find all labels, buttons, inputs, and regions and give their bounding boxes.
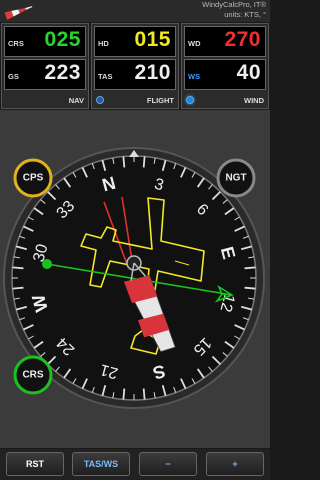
ngt-label: NGT (225, 173, 246, 184)
cps-label: CPS (23, 173, 44, 184)
compass-svg: N E S W 3 6 12 15 21 24 30 33 CPS NGT CR… (3, 147, 265, 409)
compass-tick (142, 156, 146, 168)
gs-label: GS (8, 72, 19, 81)
crs-button-label: CRS (22, 370, 43, 381)
bottom-toolbar: RST TAS/WS − + (0, 449, 270, 480)
crs-row[interactable]: CRS 025 (4, 26, 86, 57)
crs-button[interactable]: CRS (13, 355, 53, 395)
tas-row[interactable]: TAS 210 (94, 59, 176, 90)
ws-value: 40 (236, 61, 261, 84)
nav-title: NAV (68, 96, 84, 105)
compass-tick (244, 266, 256, 270)
tas-value: 210 (134, 61, 171, 84)
ngt-button[interactable]: NGT (216, 158, 256, 198)
wind-title: WIND (244, 96, 264, 105)
hd-value: 015 (134, 28, 171, 51)
gs-value: 223 (44, 61, 81, 84)
wind-indicator-dot[interactable] (186, 96, 194, 104)
compass-tick (244, 286, 256, 290)
crs-value: 025 (44, 28, 81, 51)
increment-button[interactable]: + (206, 452, 264, 476)
title-bar: WindyCalcPro, IT® units: KTS, ° (0, 0, 270, 22)
compass-tick (122, 156, 126, 168)
units-label: units: KTS, ° (224, 10, 266, 19)
hd-row[interactable]: HD 015 (94, 26, 176, 57)
wd-label: WD (188, 39, 201, 48)
tas-label: TAS (98, 72, 113, 81)
decrement-button[interactable]: − (139, 452, 197, 476)
flight-title: FLIGHT (146, 96, 174, 105)
ws-row[interactable]: WS 40 (184, 59, 266, 90)
flight-indicator-dot[interactable] (96, 96, 104, 104)
tas-ws-button[interactable]: TAS/WS (72, 452, 130, 476)
app-title: WindyCalcPro, IT® (202, 0, 266, 9)
windsock-icon (4, 6, 33, 20)
compass-tick (142, 388, 146, 400)
rst-button[interactable]: RST (6, 452, 64, 476)
hd-label: HD (98, 39, 109, 48)
ws-label: WS (188, 72, 201, 81)
compass-tick (122, 388, 126, 400)
cps-button[interactable]: CPS (13, 158, 53, 198)
crs-label: CRS (8, 39, 24, 48)
compass-tick (12, 266, 24, 270)
gs-row[interactable]: GS 223 (4, 59, 86, 90)
wd-value: 270 (224, 28, 261, 51)
flight-panel: HD 015 TAS 210 FLIGHT (91, 23, 179, 109)
wind-panel: WD 270 WS 40 WIND (181, 23, 269, 109)
compass-tick (12, 286, 24, 290)
compass-area: N E S W 3 6 12 15 21 24 30 33 CPS NGT CR… (0, 110, 270, 448)
wd-row[interactable]: WD 270 (184, 26, 266, 57)
nav-panel: CRS 025 GS 223 NAV (1, 23, 89, 109)
